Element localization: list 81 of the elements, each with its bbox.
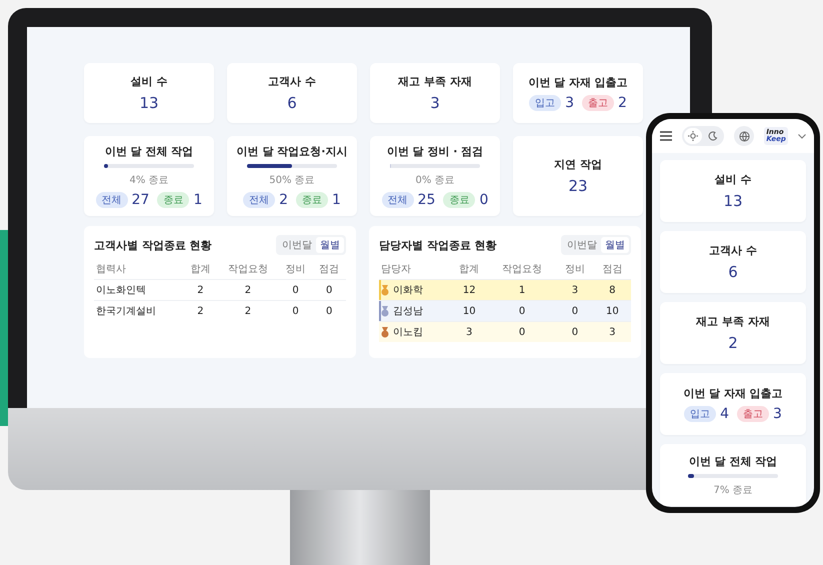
- table-cell-text: 이노킴: [393, 326, 423, 339]
- table-cell: 0: [312, 280, 346, 300]
- table-cell: 이노화인텍: [94, 280, 184, 300]
- card-title: 설비 수: [714, 172, 752, 187]
- card-title: 설비 수: [130, 74, 168, 89]
- out-tag: 출고: [582, 95, 614, 111]
- stat-value: 6: [287, 94, 297, 112]
- total-tag: 전체: [96, 192, 128, 208]
- card-title: 이번 달 자재 입출고: [528, 75, 628, 90]
- out-count: 2: [618, 95, 627, 111]
- column-header: 작업요청: [488, 259, 556, 280]
- total-tag: 전체: [243, 192, 276, 208]
- in-count: 4: [720, 406, 729, 422]
- column-header: 담당자: [379, 259, 451, 280]
- table-cell: 2: [184, 300, 218, 321]
- column-header: 합계: [184, 259, 218, 280]
- table-cell: 0: [312, 300, 346, 321]
- sun-icon[interactable]: [684, 128, 702, 144]
- table-title: 담당자별 작업종료 현황: [379, 238, 497, 252]
- period-tab[interactable]: 월별: [316, 237, 344, 253]
- in-tag: 입고: [529, 95, 562, 111]
- stat-value: 23: [568, 177, 588, 195]
- stat-value: 2: [728, 334, 738, 352]
- table-cell: 2: [217, 300, 279, 321]
- table-cell-text: 김성남: [393, 305, 423, 318]
- out-tag: 출고: [737, 406, 769, 422]
- card-title: 지연 작업: [554, 157, 602, 172]
- table-cell: 3: [450, 322, 488, 342]
- progress-caption: 50% 종료: [269, 174, 315, 187]
- total-count: 2: [279, 192, 288, 208]
- done-tag: 종료: [157, 192, 190, 208]
- stat-value: 13: [139, 94, 159, 112]
- table-cell: 0: [278, 300, 312, 321]
- card-title: 이번 달 작업요청·지시: [236, 144, 348, 159]
- card-title: 고객사 수: [709, 243, 757, 258]
- table-cell: 한국기계설비: [94, 300, 184, 321]
- done-tag: 종료: [296, 192, 328, 208]
- card-title: 재고 부족 자재: [398, 74, 472, 89]
- done-count: 0: [479, 192, 488, 208]
- column-header: 협력사: [94, 259, 184, 280]
- in-count: 3: [565, 95, 574, 111]
- table-cell: 0: [556, 322, 594, 342]
- total-count: 27: [132, 192, 150, 208]
- menu-icon[interactable]: [660, 131, 672, 141]
- period-tab[interactable]: 이번달: [563, 237, 601, 253]
- column-header: 합계: [450, 259, 488, 280]
- table-cell: 2: [217, 280, 279, 300]
- stat-value: 6: [728, 263, 738, 281]
- table-cell: 3: [594, 322, 631, 342]
- card-title: 이번 달 정비 · 점검: [386, 144, 484, 159]
- stat-value: 13: [723, 192, 743, 210]
- card-title: 고객사 수: [268, 74, 316, 89]
- column-header: 점검: [312, 259, 346, 280]
- table-title: 고객사별 작업종료 현황: [94, 238, 212, 252]
- done-count: 1: [332, 192, 341, 208]
- card-title: 이번 달 전체 작업: [104, 144, 194, 159]
- total-count: 25: [418, 192, 436, 208]
- chevron-down-icon[interactable]: [798, 134, 806, 138]
- progress-caption: 4% 종료: [129, 174, 169, 187]
- table-cell: 0: [488, 322, 556, 342]
- in-tag: 입고: [684, 406, 716, 422]
- column-header: 점검: [594, 259, 631, 280]
- globe-icon[interactable]: [734, 126, 754, 146]
- card-title: 이번 달 전체 작업: [688, 454, 778, 468]
- table-cell-text: 이화학: [393, 284, 423, 297]
- period-tab[interactable]: 이번달: [278, 237, 316, 253]
- period-tab[interactable]: 월별: [601, 237, 629, 253]
- out-count: 3: [773, 406, 782, 422]
- card-title: 재고 부족 자재: [696, 314, 770, 329]
- progress-caption: 7% 종료: [713, 484, 753, 496]
- card-title: 이번 달 자재 입출고: [683, 386, 783, 401]
- total-tag: 전체: [382, 192, 414, 208]
- column-header: 정비: [556, 259, 594, 280]
- table-cell: 2: [184, 280, 218, 300]
- column-header: 작업요청: [217, 259, 279, 280]
- stat-value: 3: [430, 94, 440, 112]
- progress-caption: 0% 종료: [415, 174, 455, 187]
- done-tag: 종료: [443, 192, 476, 208]
- column-header: 정비: [278, 259, 312, 280]
- done-count: 1: [193, 192, 202, 208]
- table-cell: 0: [278, 280, 312, 300]
